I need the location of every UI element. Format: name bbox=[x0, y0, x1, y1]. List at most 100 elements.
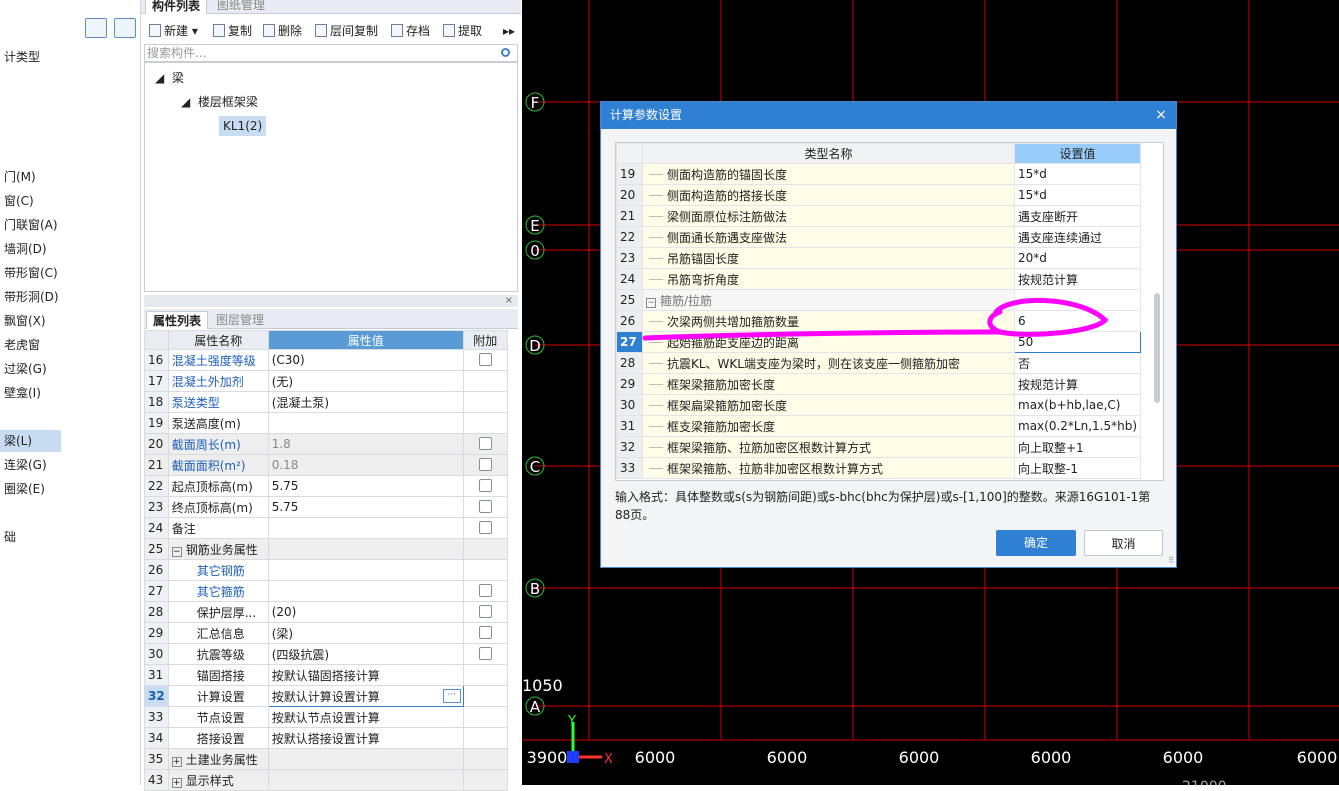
property-value[interactable]: 1.8 bbox=[267, 433, 464, 455]
param-row[interactable]: 22 侧面通长筋遇支座做法 遇支座连续通过 bbox=[616, 226, 1142, 248]
nav-item[interactable]: 门联窗(A) bbox=[0, 214, 141, 236]
collapse-icon[interactable]: − bbox=[171, 546, 182, 557]
property-value[interactable] bbox=[267, 517, 464, 539]
property-row[interactable]: 33 节点设置 按默认节点设置计算 bbox=[144, 706, 508, 728]
param-value[interactable]: max(0.2*Ln,1.5*hb) bbox=[1013, 415, 1142, 437]
collapse-icon[interactable]: − bbox=[646, 297, 656, 308]
property-row[interactable]: 21 截面面积(m²) 0.18 bbox=[144, 454, 508, 476]
tab-property-list[interactable]: 属性列表 bbox=[146, 311, 209, 329]
attach-checkbox[interactable] bbox=[478, 500, 492, 513]
delete-button[interactable]: 删除 bbox=[263, 21, 302, 41]
property-row[interactable]: 31 锚固搭接 按默认锚固搭接计算 bbox=[144, 664, 508, 686]
more-icon[interactable]: ▸▸ bbox=[503, 21, 515, 41]
resize-grip-icon[interactable]: ⠿ bbox=[1168, 556, 1174, 565]
param-value[interactable]: 向上取整-1 bbox=[1013, 457, 1142, 479]
attach-checkbox[interactable] bbox=[478, 626, 492, 639]
property-value[interactable]: 按默认计算设置计算 ··· bbox=[267, 685, 464, 707]
ok-button[interactable]: 确定 bbox=[996, 530, 1076, 556]
property-row[interactable]: 25− 钢筋业务属性 bbox=[144, 538, 508, 560]
property-row[interactable]: 19 泵送高度(m) bbox=[144, 412, 508, 434]
param-row[interactable]: 19 侧面构造筋的锚固长度 15*d bbox=[616, 163, 1142, 185]
param-row[interactable]: 29 框架梁箍筋加密长度 按规范计算 bbox=[616, 373, 1142, 395]
param-value[interactable]: 否 bbox=[1013, 352, 1142, 374]
property-value[interactable] bbox=[267, 412, 464, 434]
param-value[interactable]: 50 bbox=[1013, 331, 1142, 353]
cancel-button[interactable]: 取消 bbox=[1084, 530, 1163, 556]
param-value[interactable]: 按规范计算 bbox=[1013, 268, 1142, 290]
param-row[interactable]: 23 吊筋锚固长度 20*d bbox=[616, 247, 1142, 269]
attach-checkbox[interactable] bbox=[478, 458, 492, 471]
property-value[interactable]: 5.75 bbox=[267, 496, 464, 518]
expand-icon[interactable]: + bbox=[171, 756, 182, 767]
param-row[interactable]: 28 抗震KL、WKL端支座为梁时，则在该支座一侧箍筋加密 否 bbox=[616, 352, 1142, 374]
ellipsis-button[interactable]: ··· bbox=[442, 689, 461, 703]
property-value[interactable]: 0.18 bbox=[267, 454, 464, 476]
property-value[interactable]: (梁) bbox=[267, 622, 464, 644]
nav-item[interactable]: 圈梁(E) bbox=[0, 478, 141, 500]
param-row[interactable]: 30 框架扁梁箍筋加密长度 max(b+hb,lae,C) bbox=[616, 394, 1142, 416]
close-panel-icon[interactable]: × bbox=[144, 295, 518, 307]
property-row[interactable]: 30 抗震等级 (四级抗震) bbox=[144, 643, 508, 665]
param-value[interactable]: max(b+hb,lae,C) bbox=[1013, 394, 1142, 416]
param-value[interactable]: 遇支座连续通过 bbox=[1013, 226, 1142, 248]
search-icon[interactable] bbox=[501, 48, 510, 57]
attach-checkbox[interactable] bbox=[478, 353, 492, 366]
archive-button[interactable]: 存档 bbox=[391, 21, 430, 41]
nav-item[interactable]: 老虎窗 bbox=[0, 334, 141, 356]
tree-node-beam[interactable]: ◢ 梁 bbox=[155, 68, 184, 88]
attach-checkbox[interactable] bbox=[478, 605, 492, 618]
property-row[interactable]: 22 起点顶标高(m) 5.75 bbox=[144, 475, 508, 497]
tree-node-kl1[interactable]: KL1(2) bbox=[219, 116, 267, 136]
property-value[interactable]: (C30) bbox=[267, 349, 464, 371]
property-value[interactable]: 按默认搭接设置计算 bbox=[267, 727, 464, 749]
param-row[interactable]: 27 起始箍筋距支座边的距离 50 bbox=[616, 331, 1142, 353]
attach-checkbox[interactable] bbox=[478, 521, 492, 534]
property-value[interactable] bbox=[267, 748, 464, 770]
attach-checkbox[interactable] bbox=[478, 647, 492, 660]
copy-button[interactable]: 复制 bbox=[213, 21, 252, 41]
new-button[interactable]: 新建 ▾ bbox=[149, 21, 198, 41]
tab-layer-management[interactable]: 图层管理 bbox=[210, 311, 270, 329]
param-value[interactable]: 按规范计算 bbox=[1013, 373, 1142, 395]
nav-item[interactable]: 飘窗(X) bbox=[0, 310, 141, 332]
list-view-icon[interactable] bbox=[85, 18, 107, 38]
param-value[interactable]: 6 bbox=[1013, 310, 1142, 332]
param-row[interactable]: 33 框架梁箍筋、拉筋非加密区根数计算方式 向上取整-1 bbox=[616, 457, 1142, 479]
property-row[interactable]: 24 备注 bbox=[144, 517, 508, 539]
attach-checkbox[interactable] bbox=[478, 437, 492, 450]
tab-drawing-management[interactable]: 图纸管理 bbox=[211, 0, 271, 14]
nav-item[interactable]: 窗(C) bbox=[0, 190, 141, 212]
property-value[interactable] bbox=[267, 769, 464, 791]
property-row[interactable]: 26 其它钢筋 bbox=[144, 559, 508, 581]
nav-item[interactable]: 连梁(G) bbox=[0, 454, 141, 476]
param-value[interactable]: 向上取整+1 bbox=[1013, 436, 1142, 458]
property-row[interactable]: 17 混凝土外加剂 (无) bbox=[144, 370, 508, 392]
param-row[interactable]: 26 次梁两侧共增加箍筋数量 6 bbox=[616, 310, 1142, 332]
property-value[interactable]: (无) bbox=[267, 370, 464, 392]
foundation-label[interactable]: 础 bbox=[0, 526, 141, 548]
property-value[interactable] bbox=[267, 559, 464, 581]
tree-node-frame-beam[interactable]: ◢ 楼层框架梁 bbox=[181, 92, 258, 112]
property-row[interactable]: 32 计算设置 按默认计算设置计算 ··· bbox=[144, 685, 508, 707]
property-row[interactable]: 29 汇总信息 (梁) bbox=[144, 622, 508, 644]
extract-button[interactable]: 提取 bbox=[443, 21, 482, 41]
nav-item[interactable]: 带形洞(D) bbox=[0, 286, 141, 308]
property-row[interactable]: 27 其它箍筋 bbox=[144, 580, 508, 602]
nav-item[interactable]: 带形窗(C) bbox=[0, 262, 141, 284]
nav-item[interactable]: 壁龛(I) bbox=[0, 382, 141, 404]
param-row[interactable]: 24 吊筋弯折角度 按规范计算 bbox=[616, 268, 1142, 290]
param-value[interactable]: 15*d bbox=[1013, 163, 1142, 185]
nav-item[interactable]: 过梁(G) bbox=[0, 358, 141, 380]
attach-checkbox[interactable] bbox=[478, 584, 492, 597]
property-row[interactable]: 43 + 显示样式 bbox=[144, 769, 508, 791]
close-icon[interactable]: × bbox=[1155, 102, 1167, 129]
property-row[interactable]: 23 终点顶标高(m) 5.75 bbox=[144, 496, 508, 518]
property-row[interactable]: 16 混凝土强度等级 (C30) bbox=[144, 349, 508, 371]
nav-item[interactable]: 门(M) bbox=[0, 166, 141, 188]
property-value[interactable]: (混凝土泵) bbox=[267, 391, 464, 413]
vertical-scrollbar[interactable] bbox=[1154, 293, 1160, 403]
param-row[interactable]: 20 侧面构造筋的搭接长度 15*d bbox=[616, 184, 1142, 206]
param-value[interactable]: 20*d bbox=[1013, 247, 1142, 269]
nav-item[interactable]: 梁(L) bbox=[0, 430, 61, 452]
param-value[interactable]: 遇支座断开 bbox=[1013, 205, 1142, 227]
